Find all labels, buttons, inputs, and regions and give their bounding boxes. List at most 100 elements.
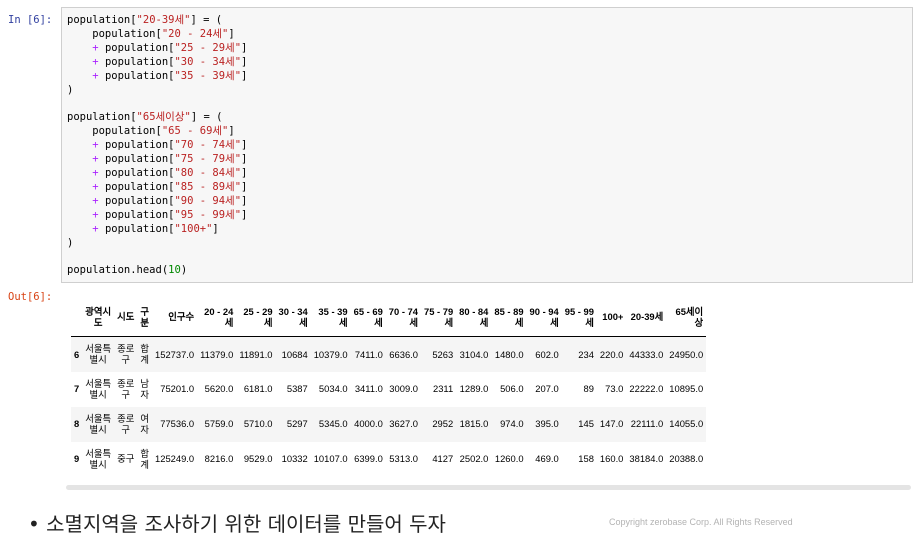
code-line: + population["80 - 84세"]: [67, 167, 247, 179]
table-cell-category: 합계: [140, 342, 150, 366]
code-token: "90 - 94세": [174, 194, 242, 207]
table-cell-category: 남자: [140, 377, 150, 401]
row-index: 6: [74, 348, 80, 360]
code-line: ): [67, 84, 73, 96]
column-header-a35: 35 - 39 세: [310, 298, 351, 337]
bullet-note: • 소멸지역을 조사하기 위한 데이터를 만들어 두자: [28, 512, 446, 536]
table-cell-a80: 3104.0: [459, 348, 489, 360]
code-token: ] = (: [190, 14, 223, 26]
table-header-row: 광역시 도 시도 구 분 인구수 20 - 24 세 25 - 29 세 30 - 34 세 35 - …: [71, 298, 707, 337]
column-header-city: 시도: [114, 298, 138, 337]
table-cell-a25: 11891.0: [239, 348, 273, 360]
table-cell-a25: 9529.0: [243, 453, 273, 465]
column-header-index: [71, 298, 83, 337]
column-header-a30: 30 - 34 세: [275, 298, 311, 337]
code-token: ]: [212, 222, 219, 235]
table-cell-a35: 10107.0: [313, 453, 348, 465]
code-token: population[: [98, 69, 175, 82]
table-cell-a95: 89: [583, 383, 594, 395]
table-cell-old: 20388.0: [669, 453, 704, 465]
code-token: ): [180, 264, 188, 277]
code-cell[interactable]: population["20-39세"] = ( population["20 …: [61, 7, 913, 283]
code-line: population["65 - 69세"]: [67, 125, 234, 138]
table-cell-a70: 6636.0: [389, 348, 418, 360]
code-editor[interactable]: population["20-39세"] = ( population["20 …: [67, 14, 247, 278]
table-cell-a90: 469.0: [535, 453, 559, 465]
table-cell-a90: 207.0: [535, 383, 559, 395]
table-cell-a30: 10332: [281, 453, 308, 465]
table-cell-a85: 506.0: [500, 383, 524, 395]
code-token: population[: [67, 14, 137, 26]
table-cell-a70: 3009.0: [389, 383, 418, 395]
table-cell-a100: 160.0: [599, 453, 624, 465]
table-cell-a95: 234: [578, 348, 594, 360]
table-cell-a30: 5387: [286, 383, 308, 395]
table-cell-a90: 602.0: [535, 348, 559, 360]
code-token: ]: [241, 180, 248, 193]
table-cell-a65: 4000.0: [354, 418, 383, 430]
column-header-a100: 100+: [596, 298, 627, 337]
table-cell-a80: 2502.0: [459, 453, 489, 465]
table-cell-young: 22222.0: [629, 383, 664, 395]
table-cell-a90: 395.0: [535, 418, 559, 430]
code-line: + population["70 - 74세"]: [67, 139, 247, 151]
table-row: 7 서울특 별시 종로 구 남 자 75201.0 5620.0 6181.0 5387 5034.0…: [71, 372, 706, 407]
table-cell-a100: 147.0: [599, 418, 624, 430]
table-cell-a100: 220.0: [599, 348, 624, 360]
code-token: "35 - 39세": [174, 69, 242, 82]
code-line: ): [67, 237, 73, 249]
output-area: 광역시 도 시도 구 분 인구수 20 - 24 세 25 - 29 세 30 - 34 세 35 - …: [61, 290, 913, 490]
table-cell-total: 75201.0: [160, 383, 195, 395]
column-header-a90: 90 - 94 세: [526, 298, 562, 337]
column-header-a20: 20 - 24 세: [197, 298, 237, 337]
table-cell-a70: 5313.0: [389, 453, 418, 465]
code-token: population[: [98, 166, 175, 179]
table-row: 9 서울특 별시 중구 합 계 125249.0 8216.0 9529.0 10332 10107…: [71, 442, 706, 477]
table-cell-total: 152737.0: [155, 348, 195, 360]
column-header-a70: 70 - 74 세: [385, 298, 421, 337]
row-index: 9: [74, 453, 80, 465]
code-token: population[: [67, 125, 162, 138]
code-line: + population["25 - 29세"]: [67, 42, 247, 54]
code-token: "70 - 74세": [174, 139, 242, 152]
table-cell-a20: 11379.0: [200, 348, 234, 360]
column-header-a65: 65 - 69 세: [350, 298, 386, 337]
table-row: 8 서울특 별시 종로 구 여 자 77536.0 5759.0 5710.0 5297 5345.0…: [71, 406, 707, 442]
table-cell-a65: 6399.0: [354, 453, 383, 465]
table-cell-a35: 5345.0: [318, 418, 348, 430]
output-prompt: Out[6]:: [8, 291, 53, 303]
table-cell-region: 서울특 별시: [85, 377, 112, 401]
row-index: 8: [74, 418, 80, 430]
table-cell-a20: 8216.0: [204, 453, 234, 465]
code-line: population["20 - 24세"]: [67, 28, 234, 40]
code-token: ): [67, 236, 74, 249]
table-cell-old: 14055.0: [669, 418, 704, 430]
code-token: ]: [241, 139, 248, 152]
table-cell-total: 125249.0: [155, 453, 195, 465]
table-row: 6 서울특 별시 종로 구 합 계 152737.0 11379.0 11891.0 10684 10…: [71, 336, 707, 372]
code-token: 10: [168, 264, 181, 277]
code-token: "65 - 69세": [161, 125, 229, 138]
column-header-young: 20-39세: [626, 298, 667, 337]
code-token: ): [67, 83, 74, 96]
table-cell-region: 서울특 별시: [85, 447, 112, 471]
code-token: population[: [98, 208, 175, 221]
code-token: ] = (: [190, 111, 223, 124]
table-cell-a65: 7411.0: [354, 348, 383, 360]
code-token: population[: [98, 153, 175, 166]
code-token: "100+": [174, 222, 213, 235]
code-token: "20-39세": [136, 14, 191, 26]
horizontal-scrollbar[interactable]: [66, 485, 911, 490]
table-cell-a35: 10379.0: [313, 348, 348, 360]
column-header-a95: 95 - 99 세: [561, 298, 597, 337]
input-prompt: In [6]:: [8, 14, 53, 26]
table-cell-total: 77536.0: [160, 418, 195, 430]
table-cell-a65: 3411.0: [354, 383, 383, 395]
column-header-category: 구분: [137, 298, 153, 337]
copyright-text: Copyright zerobase Corp. All Rights Rese…: [609, 517, 793, 527]
code-token: population[: [67, 111, 137, 124]
